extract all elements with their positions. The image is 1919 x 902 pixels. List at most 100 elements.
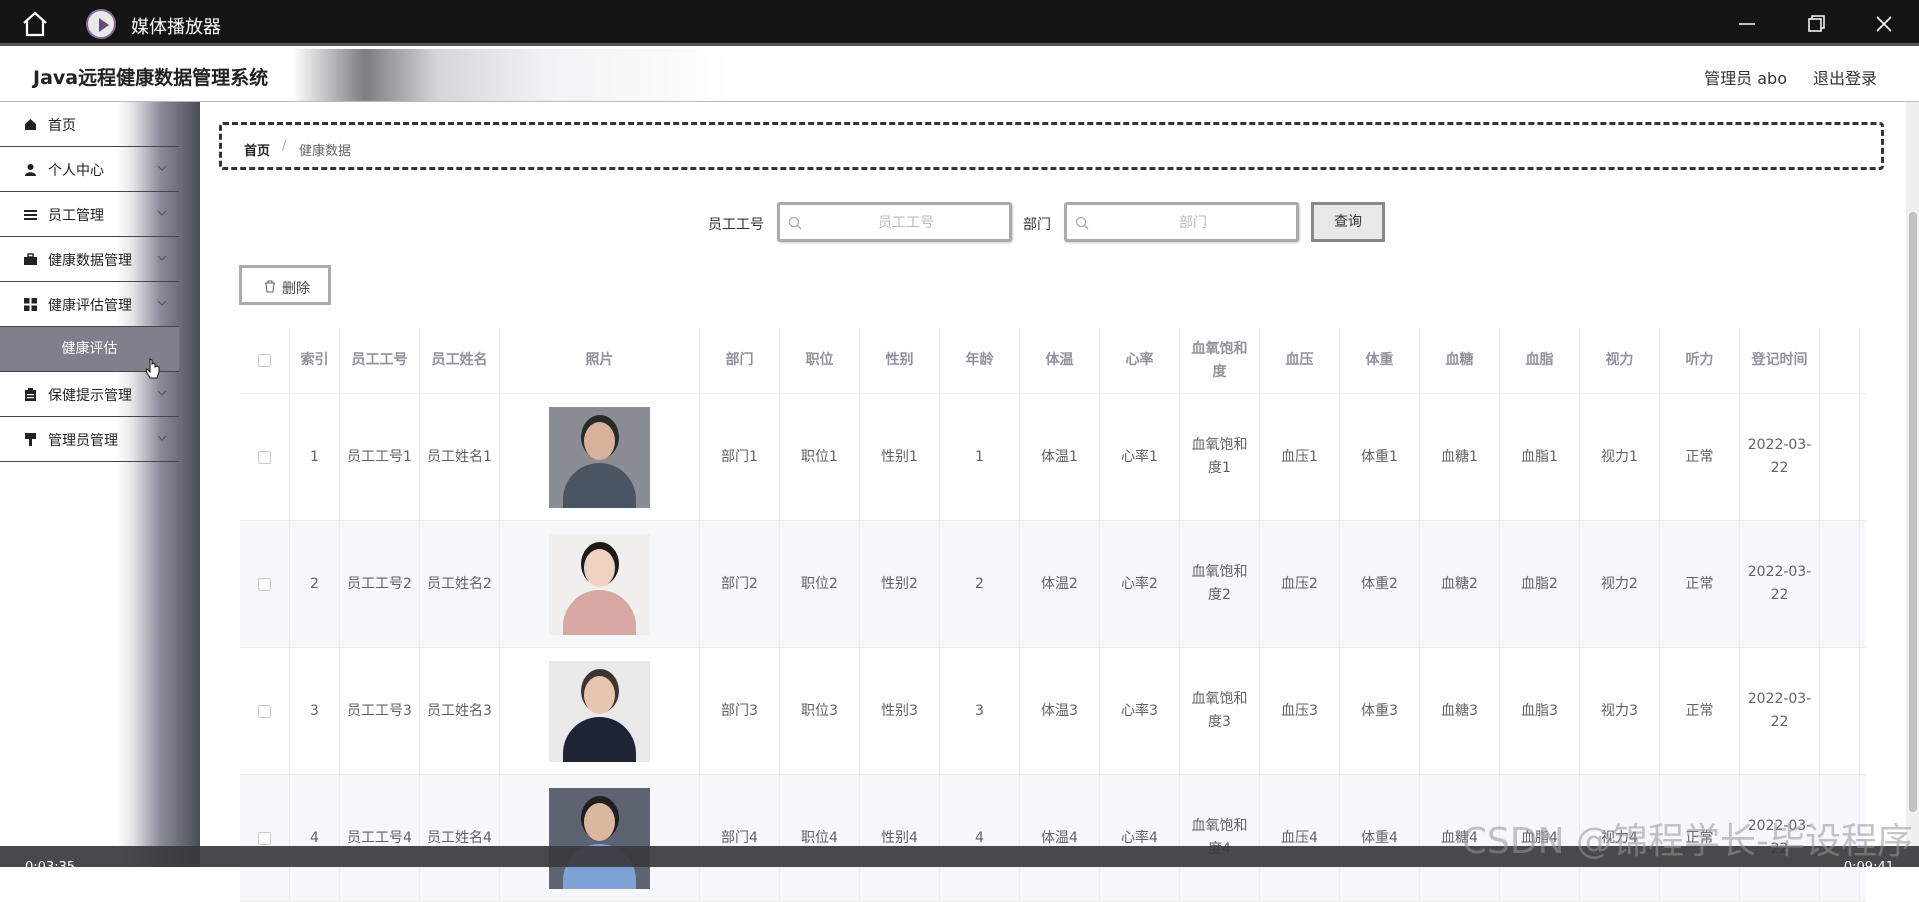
sidebar-item-label: 保健提示管理: [48, 388, 132, 404]
column-header-index: 索引: [290, 328, 340, 393]
search-icon: [788, 216, 802, 230]
column-header-vision: 视力: [1580, 328, 1660, 393]
column-header-dept: 部门: [700, 328, 780, 393]
cell-gender: 性别4: [860, 775, 940, 901]
cell-index: 1: [290, 394, 340, 520]
briefcase-icon: [24, 253, 37, 265]
column-header-employee-name: 员工姓名: [420, 328, 500, 393]
cell-weight: 体重1: [1340, 394, 1420, 520]
sidebar-item-employee-management[interactable]: 员工管理: [0, 192, 179, 237]
cell-employee-name: 员工姓名1: [420, 394, 500, 520]
media-player-title-bar: 媒体播放器: [0, 0, 1919, 46]
photo-face: [584, 802, 615, 841]
cell-temperature: 体温1: [1020, 394, 1100, 520]
row-checkbox[interactable]: [258, 577, 271, 591]
cell-index: 3: [290, 648, 340, 774]
scrollbar-thumb[interactable]: [1909, 212, 1917, 812]
app-title: Java远程健康数据管理系统: [33, 67, 269, 89]
close-icon[interactable]: [1872, 12, 1896, 36]
column-header-blood-sugar: 血糖: [1420, 328, 1500, 393]
sidebar: 首页 个人中心 员工管理 健康数据管理 健康评估管理 健康评估 保健提示管理 管…: [0, 102, 200, 867]
elapsed-time: 0:03:35: [25, 860, 76, 875]
cell-index: 4: [290, 775, 340, 901]
cell-employee-no: 员工工号1: [340, 394, 420, 520]
cell-position: 职位3: [780, 648, 860, 774]
cell-select: [240, 394, 290, 520]
column-header-blood-pressure: 血压: [1260, 328, 1340, 393]
cell-age: 4: [940, 775, 1020, 901]
row-checkbox[interactable]: [258, 450, 271, 464]
cell-weight: 体重4: [1340, 775, 1420, 901]
row-checkbox[interactable]: [258, 831, 271, 845]
employee-photo: [549, 660, 650, 762]
admin-label: 管理员 abo: [1704, 69, 1787, 88]
home-icon[interactable]: [20, 10, 50, 38]
cell-gender: 性别1: [860, 394, 940, 520]
sidebar-item-health-data-management[interactable]: 健康数据管理: [0, 237, 179, 282]
sidebar-item-home[interactable]: 首页: [0, 102, 179, 147]
chevron-down-icon: [157, 390, 167, 396]
sidebar-item-label: 健康评估管理: [48, 298, 132, 314]
cell-spacer: [1820, 521, 1860, 647]
table-row[interactable]: 3 员工工号3 员工姓名3 部门3 职位3 性别3 3 体温3 心率3 血氧饱和度3 血压3 体重3 血…: [240, 648, 1866, 775]
photo-body: [563, 716, 636, 762]
main-content: 首页 / 健康数据 员工工号 部门 查询 删除 索引员工工号员工姓名照片部门职位…: [200, 102, 1906, 902]
select-all-checkbox[interactable]: [258, 354, 271, 367]
table-row[interactable]: 2 员工工号2 员工姓名2 部门2 职位2 性别2 2 体温2 心率2 血氧饱和度2 血压2 体重2 血…: [240, 521, 1866, 648]
cell-blood-lipid: 血脂3: [1500, 648, 1580, 774]
employee-no-search[interactable]: [777, 202, 1012, 242]
employee-no-input[interactable]: [806, 210, 1006, 236]
cell-temperature: 体温3: [1020, 648, 1100, 774]
dept-input[interactable]: [1093, 210, 1293, 236]
cell-dept: 部门2: [700, 521, 780, 647]
cell-blood-sugar: 血糖2: [1420, 521, 1500, 647]
app-header: Java远程健康数据管理系统 管理员 abo 退出登录: [0, 49, 1919, 102]
cell-employee-name: 员工姓名4: [420, 775, 500, 901]
query-button[interactable]: 查询: [1311, 202, 1385, 242]
breadcrumb: 首页 / 健康数据: [219, 122, 1884, 170]
cell-position: 职位1: [780, 394, 860, 520]
column-header-position: 职位: [780, 328, 860, 393]
delete-label: 删除: [282, 281, 310, 297]
cell-blood-sugar: 血糖1: [1420, 394, 1500, 520]
column-header-age: 年龄: [940, 328, 1020, 393]
sidebar-item-personal-center[interactable]: 个人中心: [0, 147, 179, 192]
chevron-down-icon: [157, 435, 167, 441]
cell-heart-rate: 心率1: [1100, 394, 1180, 520]
sidebar-item-admin-management[interactable]: 管理员管理: [0, 417, 179, 462]
sidebar-item-label: 员工管理: [48, 208, 104, 224]
minimize-icon[interactable]: [1735, 12, 1759, 36]
player-title: 媒体播放器: [131, 17, 221, 38]
chevron-down-icon: [157, 165, 167, 171]
table-row[interactable]: 1 员工工号1 员工姓名1 部门1 职位1 性别1 1 体温1 心率1 血氧饱和度1 血压1 体重1 血…: [240, 394, 1866, 521]
breadcrumb-home[interactable]: 首页: [244, 140, 270, 159]
cell-gender: 性别2: [860, 521, 940, 647]
dept-search[interactable]: [1064, 202, 1299, 242]
photo-body: [563, 589, 636, 635]
sidebar-item-health-assessment-management[interactable]: 健康评估管理: [0, 282, 179, 327]
sidebar-item-label: 健康数据管理: [48, 253, 132, 269]
breadcrumb-separator: /: [282, 139, 287, 154]
cell-photo: [500, 521, 700, 647]
delete-button[interactable]: 删除: [239, 265, 331, 305]
cell-employee-name: 员工姓名2: [420, 521, 500, 647]
cell-hearing: 正常: [1660, 521, 1740, 647]
cell-age: 3: [940, 648, 1020, 774]
restore-icon[interactable]: [1804, 12, 1828, 36]
cell-spacer: [1820, 648, 1860, 774]
cell-blood-pressure: 血压2: [1260, 521, 1340, 647]
cell-select: [240, 521, 290, 647]
sidebar-item-label: 首页: [48, 118, 76, 134]
cell-blood-oxygen: 血氧饱和度1: [1180, 394, 1260, 520]
cell-gender: 性别3: [860, 648, 940, 774]
column-header-select: [240, 328, 290, 393]
column-header-spacer: [1820, 328, 1860, 393]
logout-link[interactable]: 退出登录: [1813, 65, 1877, 89]
scrollbar[interactable]: [1906, 102, 1919, 867]
cell-temperature: 体温4: [1020, 775, 1100, 901]
cell-blood-oxygen: 血氧饱和度3: [1180, 648, 1260, 774]
row-checkbox[interactable]: [258, 704, 271, 718]
chevron-down-icon: [157, 210, 167, 216]
flag-icon: [25, 433, 36, 446]
cell-blood-oxygen: 血氧饱和度4: [1180, 775, 1260, 901]
